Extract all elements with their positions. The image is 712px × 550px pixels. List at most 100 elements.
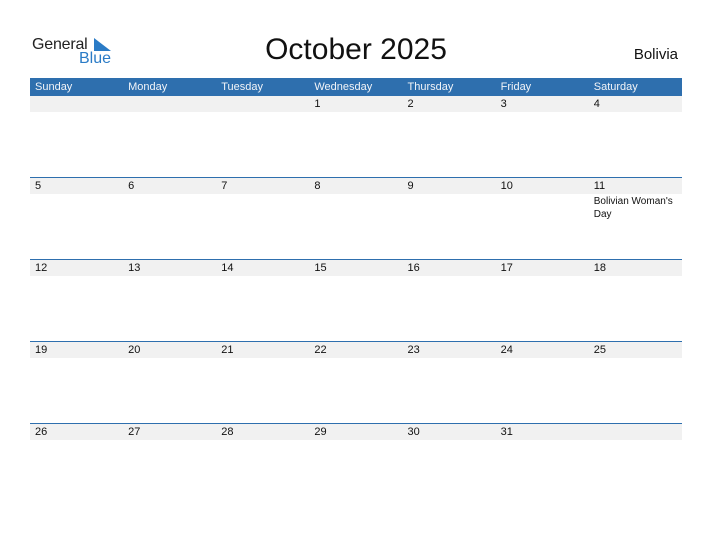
- holiday-label: [408, 358, 496, 359]
- holiday-label: [594, 440, 682, 441]
- holiday-label: [35, 276, 123, 277]
- day-cell: 14: [216, 260, 309, 277]
- weekday-header: Sunday Monday Tuesday Wednesday Thursday…: [30, 78, 682, 96]
- day-cell: 1: [309, 96, 402, 113]
- calendar-title: October 2025: [265, 33, 447, 66]
- holiday-label: [408, 440, 496, 441]
- day-number: 25: [593, 344, 606, 356]
- week-row: 1 2 3 4: [30, 96, 682, 177]
- day-cell: 25: [589, 342, 682, 359]
- day-number: 15: [314, 262, 327, 274]
- holiday-label: [221, 194, 309, 195]
- holiday-label: Bolivian Woman's Day: [593, 196, 673, 220]
- day-number: 8: [314, 180, 321, 192]
- holiday-label: [128, 276, 216, 277]
- day-cell: 2: [403, 96, 496, 113]
- weeks-container: 1 2 3 4 5 6 7 8 9 10 11 Bolivian Woman's Day 12 13 14 1…: [30, 96, 682, 505]
- holiday-label: [128, 194, 216, 195]
- holiday-label: [408, 276, 496, 277]
- holiday-label: [221, 358, 309, 359]
- day-number: [35, 96, 123, 112]
- day-number: [128, 96, 216, 112]
- holiday-label: [408, 194, 496, 195]
- day-cell: 30: [403, 424, 496, 441]
- day-number: 3: [500, 98, 507, 110]
- day-cell: 28: [216, 424, 309, 441]
- day-number: 13: [128, 262, 141, 274]
- week-cells: 12 13 14 15 16 17 18: [30, 260, 682, 277]
- day-cell: 23: [403, 342, 496, 359]
- weekday-saturday: Saturday: [593, 81, 638, 93]
- day-cell: 10: [496, 178, 589, 221]
- day-number: 16: [407, 262, 420, 274]
- holiday-label: [594, 112, 682, 113]
- day-number: 27: [128, 426, 141, 438]
- day-number: 23: [407, 344, 420, 356]
- day-cell: 6: [123, 178, 216, 221]
- day-cell: 20: [123, 342, 216, 359]
- day-cell: 26: [30, 424, 123, 441]
- weekday-sunday: Sunday: [35, 81, 73, 93]
- week-cells: 19 20 21 22 23 24 25: [30, 342, 682, 359]
- day-cell: 27: [123, 424, 216, 441]
- day-number: 20: [128, 344, 141, 356]
- holiday-label: [314, 276, 402, 277]
- day-cell: 21: [216, 342, 309, 359]
- holiday-label: [35, 194, 123, 195]
- day-number: 1: [314, 98, 321, 110]
- day-number: 10: [500, 180, 513, 192]
- day-number: 24: [500, 344, 513, 356]
- week-row: 5 6 7 8 9 10 11 Bolivian Woman's Day: [30, 177, 682, 259]
- day-number: 31: [500, 426, 513, 438]
- holiday-label: [501, 112, 589, 113]
- calendar-grid: Sunday Monday Tuesday Wednesday Thursday…: [30, 78, 682, 505]
- week-row: 26 27 28 29 30 31: [30, 423, 682, 505]
- holiday-label: [35, 112, 123, 113]
- day-number: 12: [35, 262, 48, 274]
- day-cell: 31: [496, 424, 589, 441]
- holiday-label: [221, 276, 309, 277]
- holiday-label: [501, 440, 589, 441]
- day-cell: 29: [309, 424, 402, 441]
- day-cell: 3: [496, 96, 589, 113]
- holiday-label: [221, 112, 309, 113]
- holiday-label: [128, 440, 216, 441]
- day-number: 11: [593, 180, 606, 192]
- holiday-label: [314, 440, 402, 441]
- day-number: 29: [314, 426, 327, 438]
- holiday-label: [128, 358, 216, 359]
- day-number: 5: [35, 180, 42, 192]
- week-cells: 5 6 7 8 9 10 11 Bolivian Woman's Day: [30, 178, 682, 221]
- holiday-label: [501, 358, 589, 359]
- day-number: 9: [407, 180, 414, 192]
- day-number: 17: [500, 262, 513, 274]
- day-cell: 18: [589, 260, 682, 277]
- week-row: 12 13 14 15 16 17 18: [30, 259, 682, 341]
- week-cells: 26 27 28 29 30 31: [30, 424, 682, 441]
- day-number: [221, 96, 309, 112]
- day-cell: 17: [496, 260, 589, 277]
- holiday-label: [314, 358, 402, 359]
- holiday-label: [314, 194, 402, 195]
- day-cell: 12: [30, 260, 123, 277]
- day-cell: 9: [403, 178, 496, 221]
- day-cell: 5: [30, 178, 123, 221]
- holiday-label: [35, 440, 123, 441]
- holiday-label: [408, 112, 496, 113]
- day-number: 2: [407, 98, 414, 110]
- day-number: 6: [128, 180, 135, 192]
- day-number: 14: [221, 262, 234, 274]
- day-cell: 15: [309, 260, 402, 277]
- weekday-tuesday: Tuesday: [221, 81, 264, 93]
- day-number: 26: [35, 426, 48, 438]
- weekday-wednesday: Wednesday: [314, 81, 373, 93]
- day-cell: [30, 96, 123, 113]
- holiday-label: [501, 276, 589, 277]
- day-number: 30: [407, 426, 420, 438]
- day-cell: 11 Bolivian Woman's Day: [589, 178, 682, 221]
- day-number: 18: [593, 262, 606, 274]
- week-row: 19 20 21 22 23 24 25: [30, 341, 682, 423]
- holiday-label: [501, 194, 589, 195]
- day-cell: 22: [309, 342, 402, 359]
- day-cell: 24: [496, 342, 589, 359]
